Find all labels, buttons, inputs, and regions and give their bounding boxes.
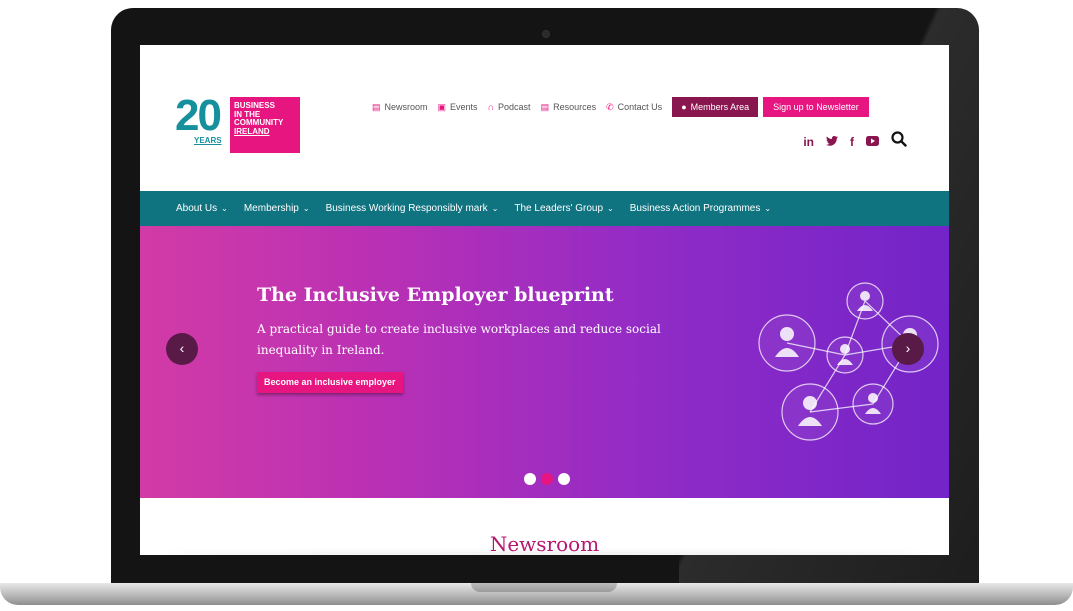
main-nav: About Us ⌄ Membership ⌄ Business Working…	[140, 191, 949, 226]
utility-link-label: Newsroom	[384, 102, 428, 112]
facebook-icon[interactable]: f	[850, 135, 854, 149]
search-icon[interactable]	[891, 131, 907, 152]
nav-item-business-action-programmes[interactable]: Business Action Programmes ⌄	[614, 203, 771, 214]
chevron-down-icon: ⌄	[221, 204, 228, 213]
logo-number: 20	[175, 91, 222, 140]
newsroom-heading: Newsroom	[489, 532, 600, 555]
utility-link-label: Podcast	[498, 102, 531, 112]
utility-link-podcast[interactable]: ∩ Podcast	[488, 102, 531, 112]
carousel-prev-button[interactable]: ‹	[166, 333, 198, 365]
nav-item-membership[interactable]: Membership ⌄	[228, 203, 310, 214]
utility-link-label: Events	[450, 102, 478, 112]
newsletter-signup-button[interactable]: Sign up to Newsletter	[763, 97, 869, 117]
nav-item-label: Membership	[243, 203, 299, 214]
logo-box: BUSINESS IN THE COMMUNITY IRELAND	[230, 97, 300, 153]
carousel-next-button[interactable]: ›	[892, 333, 924, 365]
calendar-icon: ▣	[437, 101, 447, 112]
chevron-down-icon: ⌄	[491, 204, 499, 213]
chevron-right-icon: ›	[905, 340, 911, 356]
logo-org-name: BUSINESS IN THE COMMUNITY IRELAND	[234, 101, 298, 136]
utility-link-label: Contact Us	[617, 102, 663, 112]
utility-link-resources[interactable]: ▤ Resources	[541, 102, 597, 113]
logo-years: YEARS	[194, 136, 222, 145]
chevron-down-icon: ⌄	[764, 204, 772, 213]
laptop-base-notch	[471, 583, 617, 592]
utility-link-newsroom[interactable]: ▤ Newsroom	[372, 102, 428, 113]
headphones-icon: ∩	[487, 102, 495, 112]
utility-nav: ▤ Newsroom ▣ Events ∩ Podcast ▤ Resource…	[372, 97, 869, 117]
utility-link-events[interactable]: ▣ Events	[438, 102, 478, 113]
carousel-dot[interactable]	[524, 473, 536, 485]
site-header: 20 YEARS BUSINESS IN THE COMMUNITY IRELA…	[140, 45, 949, 191]
linkedin-icon[interactable]: in	[803, 135, 814, 149]
camera-icon	[542, 30, 550, 38]
utility-link-label: Resources	[553, 102, 597, 112]
nav-item-label: The Leaders' Group	[514, 203, 604, 214]
twitter-icon[interactable]	[826, 135, 838, 149]
social-links: in f	[803, 131, 907, 152]
carousel-dot[interactable]	[558, 473, 570, 485]
nav-item-leaders-group[interactable]: The Leaders' Group ⌄	[498, 203, 613, 214]
logo-line: IRELAND	[234, 126, 270, 136]
chevron-down-icon: ⌄	[302, 204, 310, 213]
nav-item-business-working-responsibly[interactable]: Business Working Responsibly mark ⌄	[310, 203, 499, 214]
utility-link-contact[interactable]: ✆ Contact Us	[606, 102, 662, 113]
hero-cta-button[interactable]: Become an inclusive employer	[257, 372, 403, 393]
carousel-dot-active[interactable]	[541, 473, 553, 485]
hero-title: The Inclusive Employer blueprint	[257, 284, 614, 306]
hero-carousel: The Inclusive Employer blueprint A pract…	[140, 226, 949, 498]
chevron-left-icon: ‹	[179, 340, 185, 356]
hero-subtitle: A practical guide to create inclusive wo…	[257, 322, 661, 357]
document-icon: ▤	[372, 101, 381, 112]
members-area-label: Members Area	[690, 102, 750, 112]
nav-item-label: About Us	[176, 203, 218, 214]
phone-icon: ✆	[606, 101, 614, 112]
people-network-illustration	[758, 282, 939, 441]
browser-screen: 20 YEARS BUSINESS IN THE COMMUNITY IRELA…	[140, 45, 949, 555]
carousel-dots	[524, 473, 570, 485]
nav-item-label: Business Working Responsibly mark	[325, 203, 488, 214]
user-icon: ●	[681, 102, 687, 112]
nav-item-about-us[interactable]: About Us ⌄	[140, 203, 228, 214]
nav-item-label: Business Action Programmes	[629, 203, 761, 214]
members-area-button[interactable]: ● Members Area	[672, 97, 759, 117]
document-icon: ▤	[540, 101, 550, 112]
youtube-icon[interactable]	[866, 135, 879, 149]
chevron-down-icon: ⌄	[607, 204, 614, 213]
